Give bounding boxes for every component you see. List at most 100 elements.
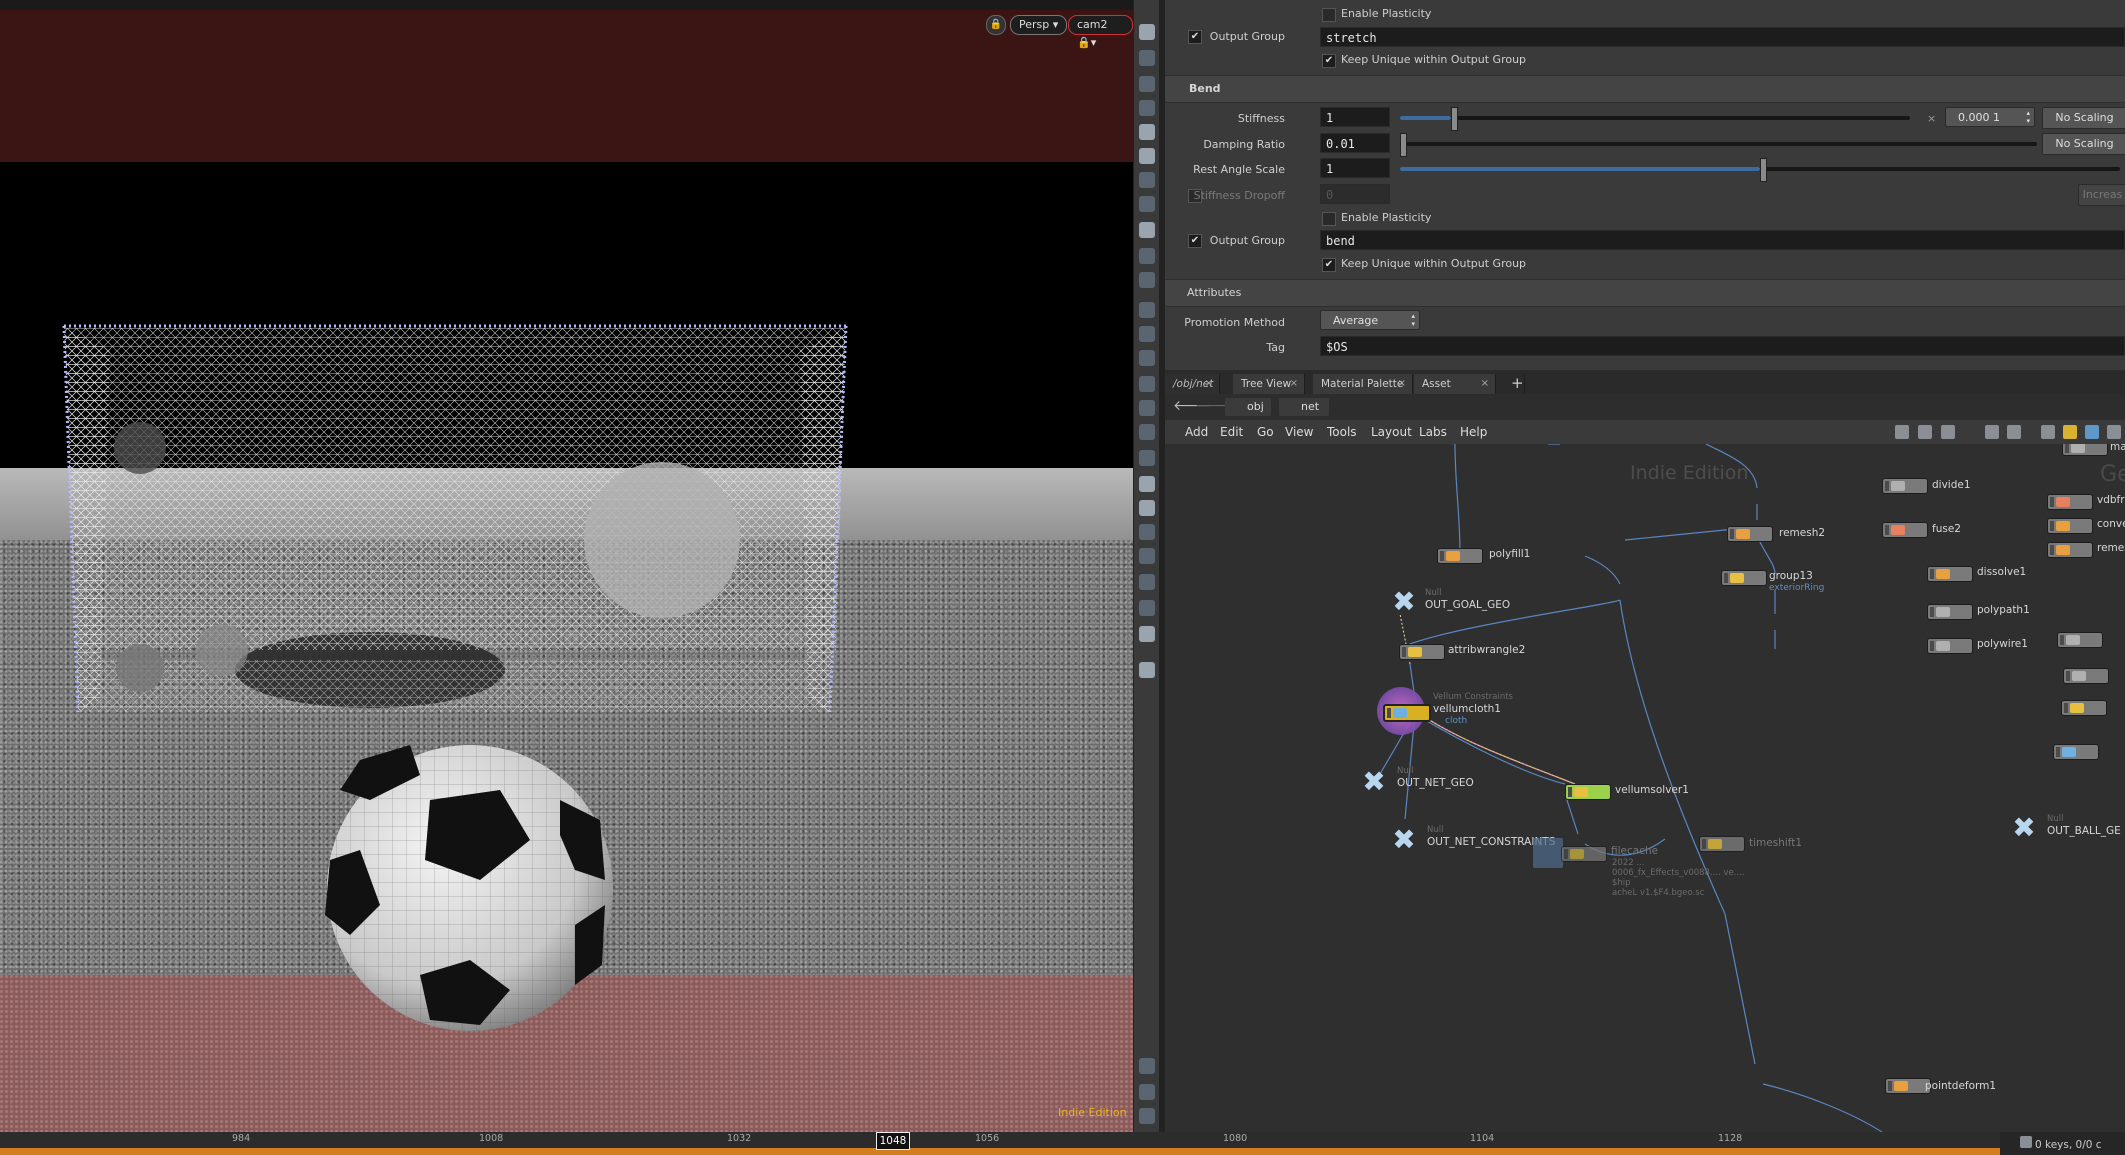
ghost-icon[interactable] <box>1139 548 1155 564</box>
menu-labs[interactable]: Labs <box>1419 425 1447 439</box>
close-icon[interactable]: × <box>1398 374 1406 394</box>
tab-obj-net[interactable]: /obj/net × <box>1165 374 1220 394</box>
snap-icon[interactable] <box>1139 124 1155 140</box>
tab-material-palette[interactable]: Material Palette × <box>1313 374 1413 394</box>
scene-viewport[interactable]: 🔒 Persp ▾ cam2 🔒▾ Indie Edition <box>0 0 1133 1132</box>
node-polywire1[interactable] <box>1927 638 1973 654</box>
handle-icon[interactable] <box>1139 248 1155 264</box>
move-tool-icon[interactable] <box>1139 50 1155 66</box>
menu-tools[interactable]: Tools <box>1327 425 1357 439</box>
current-frame-indicator[interactable]: 1048 <box>876 1132 910 1150</box>
damping-scaling-button[interactable]: No Scaling <box>2042 133 2125 155</box>
add-tab-button[interactable]: + <box>1503 374 1525 394</box>
menu-add[interactable]: Add <box>1185 425 1208 439</box>
more-icon[interactable] <box>2107 425 2121 439</box>
stiffness-multiplier-field[interactable]: 0.000 1 <box>1945 107 2035 127</box>
rest-angle-scale-slider[interactable] <box>1400 158 2120 182</box>
close-icon[interactable]: × <box>1481 374 1489 394</box>
node-ma[interactable] <box>2062 444 2108 456</box>
network-box-icon[interactable] <box>2041 425 2055 439</box>
sticky-note-icon[interactable] <box>2063 425 2077 439</box>
select-tool-icon[interactable] <box>1139 24 1155 40</box>
tag-field[interactable]: $OS <box>1320 336 2125 356</box>
node-right-b[interactable] <box>2063 668 2109 684</box>
info-icon[interactable] <box>1139 662 1155 678</box>
render-icon[interactable] <box>1139 626 1155 642</box>
viewport-lock-icon[interactable]: 🔒 <box>986 15 1006 35</box>
node-vellumcloth1[interactable] <box>1383 704 1431 722</box>
node-right-vellum[interactable] <box>2053 744 2099 760</box>
magnet-icon[interactable] <box>1139 100 1155 116</box>
lock-icon[interactable] <box>1139 76 1155 92</box>
camera-menu[interactable]: cam2 🔒▾ <box>1068 15 1133 49</box>
bend-output-group-toggle[interactable]: ✔ <box>1188 234 1202 248</box>
null-node-icon[interactable]: ✖ <box>1387 588 1421 616</box>
tree-icon[interactable] <box>1918 425 1932 439</box>
tab-asset-browser[interactable]: Asset Browser× <box>1414 374 1496 410</box>
stretch-output-group-field[interactable]: stretch <box>1320 27 2125 47</box>
menu-go[interactable]: Go <box>1257 425 1274 439</box>
shading-icon[interactable] <box>1139 500 1155 516</box>
attributes-section-header[interactable]: Attributes <box>1165 279 2125 307</box>
stiffness-slider[interactable] <box>1400 107 1910 131</box>
node-vellumsolver1[interactable] <box>1565 784 1611 800</box>
tab-tree-view[interactable]: Tree View × <box>1233 374 1305 394</box>
bend-output-group-field[interactable]: bend <box>1320 230 2125 250</box>
node-remesh[interactable] <box>2047 542 2093 558</box>
stretch-enable-plasticity-checkbox[interactable] <box>1322 8 1336 22</box>
stretch-keep-unique-checkbox[interactable]: ✔ <box>1322 54 1336 68</box>
axis-icon[interactable] <box>1139 574 1155 590</box>
info-circle-icon[interactable] <box>1139 1058 1155 1074</box>
null-node-icon[interactable]: ✖ <box>2007 814 2041 842</box>
view-menu[interactable]: Persp ▾ <box>1010 15 1068 35</box>
menu-layout[interactable]: Layout <box>1371 425 1412 439</box>
node-polyfill1[interactable] <box>1437 548 1483 564</box>
node-divide1[interactable] <box>1882 478 1928 494</box>
grid-icon[interactable] <box>1139 1084 1155 1100</box>
damping-ratio-field[interactable]: 0.01 <box>1320 133 1390 153</box>
table-icon[interactable] <box>2007 425 2021 439</box>
node-remesh2[interactable] <box>1727 526 1773 542</box>
breadcrumb-net[interactable]: net <box>1279 398 1329 416</box>
menu-edit[interactable]: Edit <box>1220 425 1243 439</box>
menu-view[interactable]: View <box>1285 425 1313 439</box>
node-polypath1[interactable] <box>1927 604 1973 620</box>
handle-alt-icon[interactable] <box>1139 272 1155 288</box>
node-dissolve1[interactable] <box>1927 566 1973 582</box>
display-icon[interactable] <box>1139 476 1155 492</box>
geometry-icon[interactable] <box>1139 524 1155 540</box>
wrench-icon[interactable] <box>1895 425 1909 439</box>
node-vdbfrom[interactable] <box>2047 494 2093 510</box>
node-graph-canvas[interactable]: Indie Edition polyfill1 ✖ Null OUT_GOAL_… <box>1165 444 2125 1132</box>
null-node-icon[interactable]: ✖ <box>1357 768 1391 796</box>
node-filecache[interactable] <box>1561 846 1607 862</box>
node-fuse2[interactable] <box>1882 522 1928 538</box>
node-convert[interactable] <box>2047 518 2093 534</box>
camera-snapshot-icon[interactable] <box>1139 1108 1155 1124</box>
close-icon[interactable]: × <box>1290 374 1298 394</box>
grid-view-icon[interactable] <box>1985 425 1999 439</box>
stretch-output-group-toggle[interactable]: ✔ <box>1188 30 1202 44</box>
paint-alt-icon[interactable] <box>1139 424 1155 440</box>
rest-angle-scale-field[interactable]: 1 <box>1320 158 1390 178</box>
stiffness-dropoff-button[interactable]: Increas <box>2078 184 2125 206</box>
node-timeshift1[interactable] <box>1699 836 1745 852</box>
promotion-method-dropdown[interactable]: Average <box>1320 310 1420 330</box>
paint-icon[interactable] <box>1139 400 1155 416</box>
menu-help[interactable]: Help <box>1460 425 1487 439</box>
timeline[interactable]: 984 1008 1032 1056 1080 1104 1128 1048 0… <box>0 1132 2125 1155</box>
pencil-icon[interactable] <box>1139 350 1155 366</box>
stiffness-dropoff-field[interactable]: 0 <box>1320 184 1390 204</box>
lightbulb-icon[interactable] <box>1139 172 1155 188</box>
null-node-icon[interactable]: ✖ <box>1387 826 1421 854</box>
list-icon[interactable] <box>1941 425 1955 439</box>
image-icon[interactable] <box>2085 425 2099 439</box>
breadcrumb-obj[interactable]: obj <box>1225 398 1271 416</box>
close-icon[interactable]: × <box>1205 374 1213 394</box>
node-group13[interactable] <box>1721 570 1767 586</box>
stiffness-scaling-button[interactable]: No Scaling <box>2042 107 2125 129</box>
measure-icon[interactable] <box>1139 376 1155 392</box>
frame-icon[interactable] <box>1139 600 1155 616</box>
light-icon[interactable] <box>1139 148 1155 164</box>
brush-icon[interactable] <box>1139 326 1155 342</box>
